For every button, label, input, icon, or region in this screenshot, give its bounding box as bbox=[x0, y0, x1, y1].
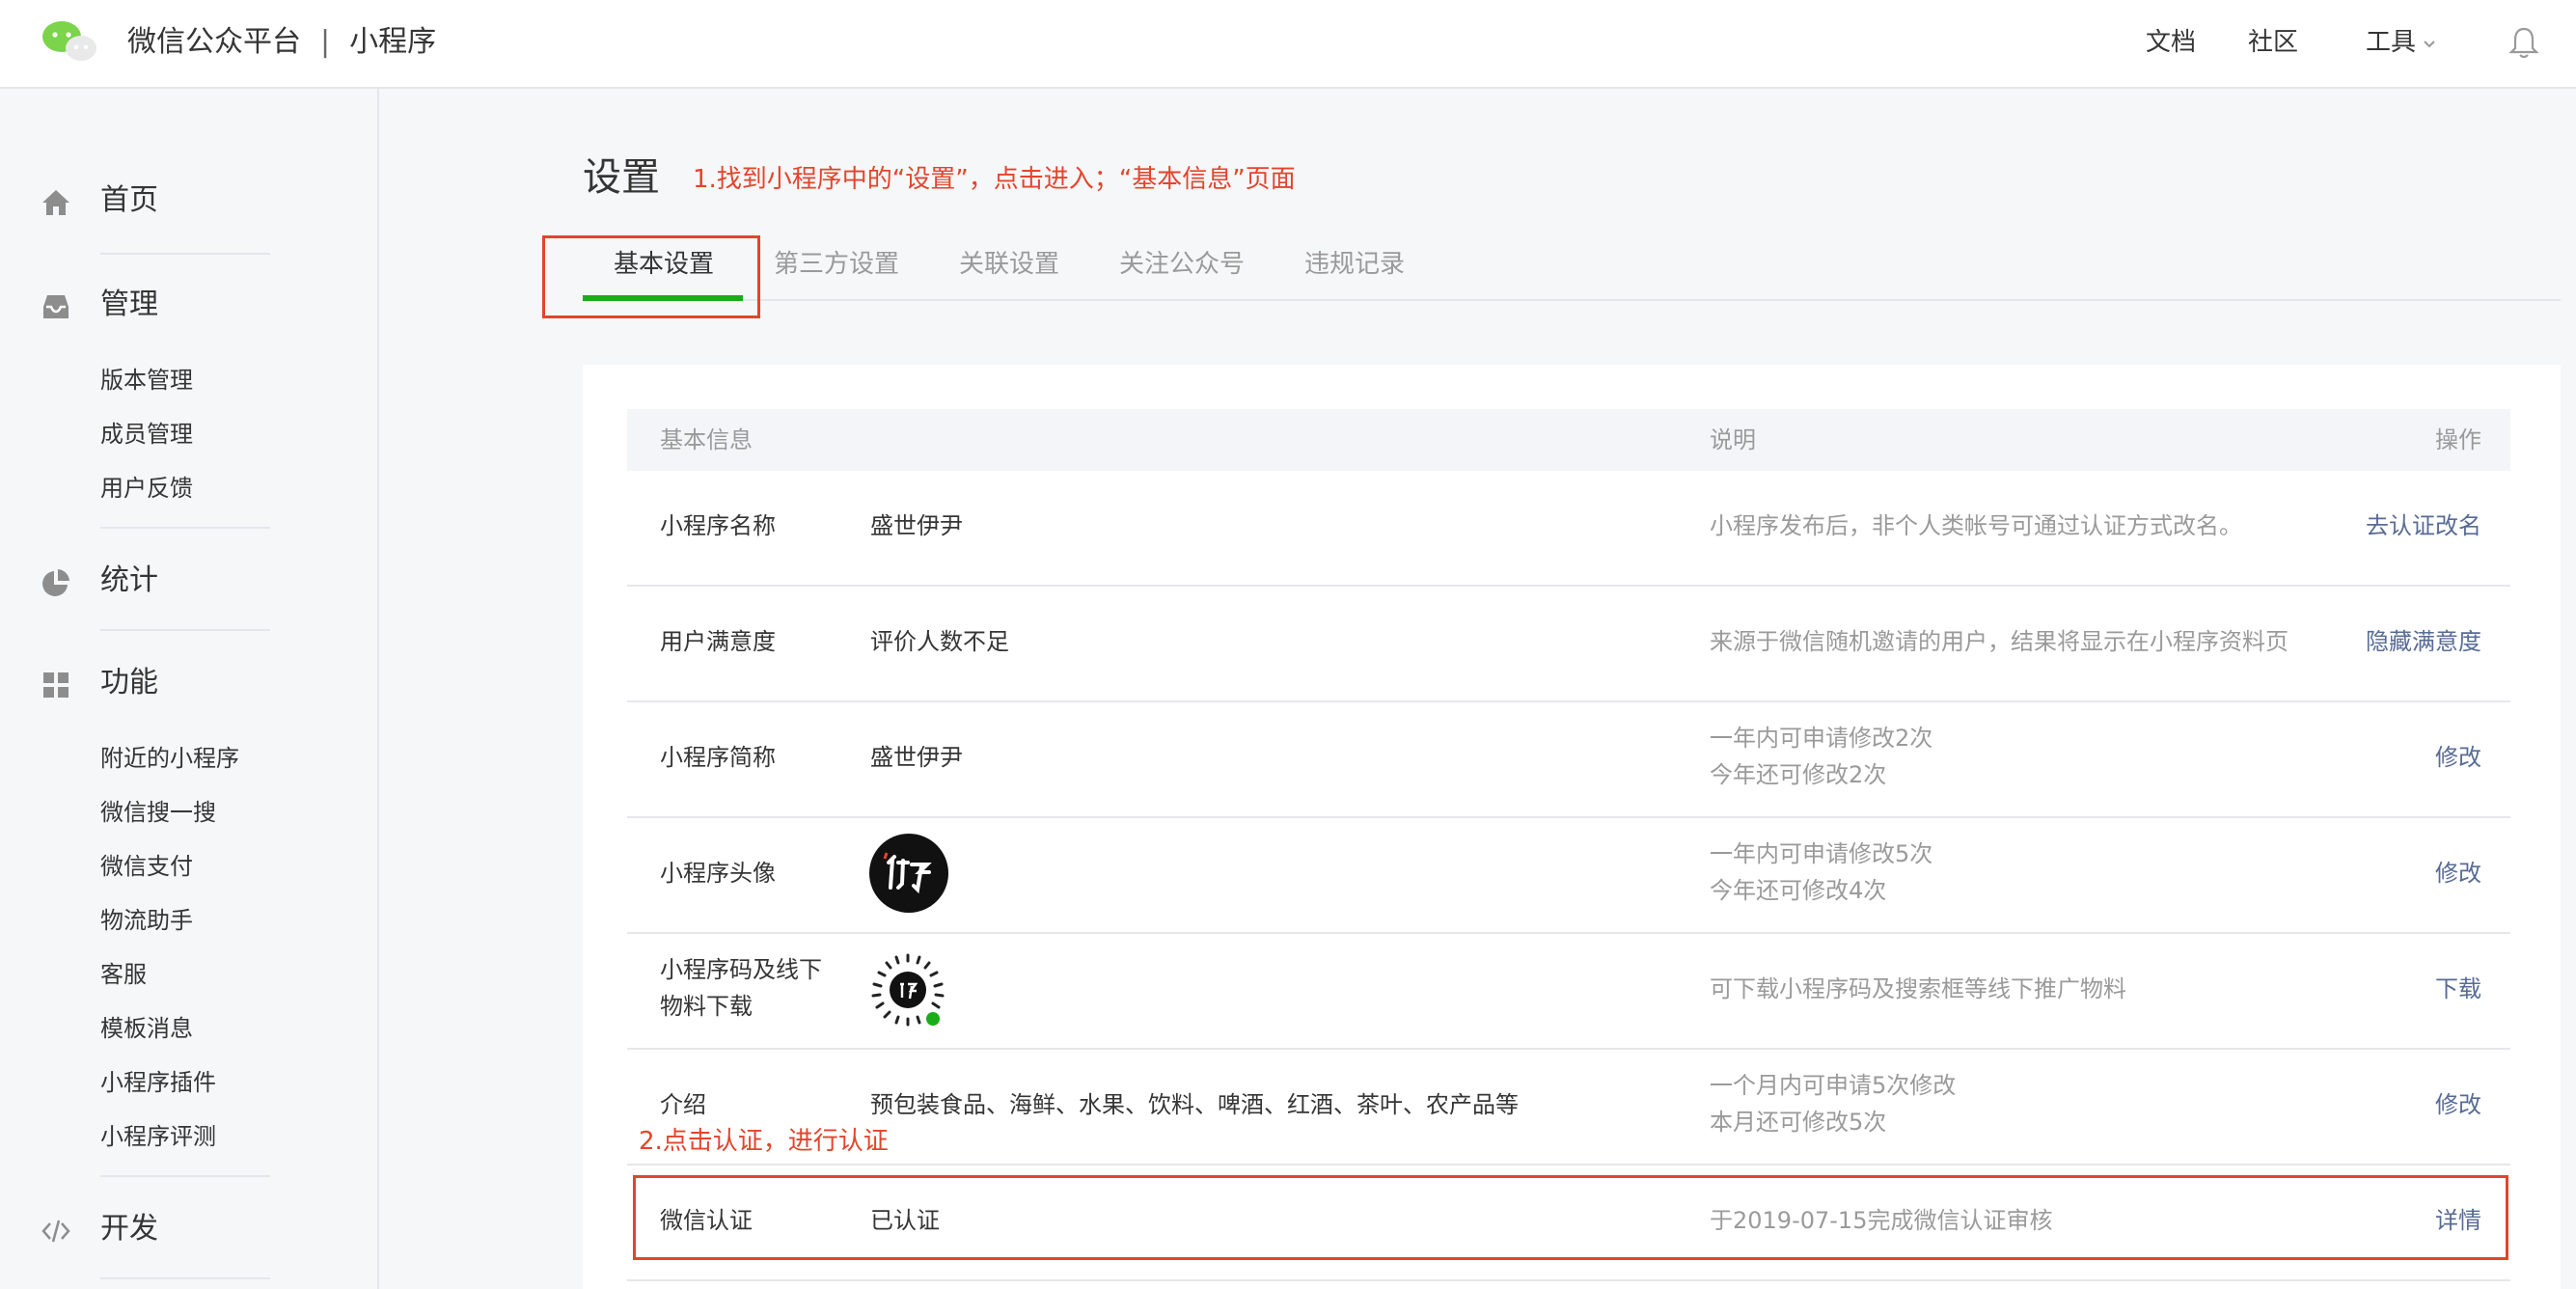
notification-bell-icon[interactable] bbox=[2508, 25, 2539, 60]
row-value-short-name: 盛世伊尹 bbox=[870, 744, 963, 771]
annotation-highlight-tab bbox=[542, 235, 760, 318]
sidebar-item-template-message[interactable]: 模板消息 bbox=[100, 1009, 193, 1048]
grid-icon bbox=[43, 672, 69, 698]
brand-name: 微信公众平台 bbox=[127, 25, 301, 59]
row-value-name: 盛世伊尹 bbox=[870, 512, 963, 539]
header-basic-info: 基本信息 bbox=[660, 426, 753, 453]
annotation-highlight-verification bbox=[633, 1175, 2508, 1260]
table-header bbox=[627, 409, 2510, 471]
row-divider bbox=[627, 1164, 2510, 1166]
product-name: 小程序 bbox=[349, 25, 437, 59]
home-icon bbox=[42, 190, 69, 215]
row-divider bbox=[627, 932, 2510, 934]
row-desc-satisfaction: 来源于微信随机邀请的用户，结果将显示在小程序资料页 bbox=[1710, 628, 2288, 655]
sidebar-item-wechat-search[interactable]: 微信搜一搜 bbox=[100, 793, 216, 832]
sidebar-item-member-management[interactable]: 成员管理 bbox=[100, 415, 193, 453]
tools-label: 工具 bbox=[2366, 28, 2417, 57]
code-icon bbox=[41, 1220, 70, 1243]
row-label-satisfaction: 用户满意度 bbox=[660, 628, 776, 655]
row-divider bbox=[627, 585, 2510, 587]
sidebar-label-features: 功能 bbox=[100, 666, 158, 699]
row-desc-intro-line2: 本月还可修改5次 bbox=[1710, 1109, 1887, 1136]
sidebar-label-manage: 管理 bbox=[100, 288, 158, 321]
row-label-qrcode-line1: 小程序码及线下 bbox=[660, 956, 822, 983]
row-label-name: 小程序名称 bbox=[660, 512, 776, 539]
row-label-avatar: 小程序头像 bbox=[660, 860, 776, 887]
hide-satisfaction-link[interactable]: 隐藏满意度 bbox=[2366, 623, 2481, 660]
annotation-step-1: 1.找到小程序中的“设置”，点击进入；“基本信息”页面 bbox=[693, 165, 1296, 194]
page-title: 设置 bbox=[583, 155, 660, 200]
row-label-short-name: 小程序简称 bbox=[660, 744, 776, 771]
tools-menu[interactable]: 工具 bbox=[2366, 21, 2439, 64]
row-desc-avatar-line1: 一年内可申请修改5次 bbox=[1710, 840, 1933, 867]
tab-violation-records[interactable]: 违规记录 bbox=[1304, 243, 1405, 286]
edit-short-name-link[interactable]: 修改 bbox=[2435, 739, 2481, 776]
edit-avatar-link[interactable]: 修改 bbox=[2435, 855, 2481, 891]
row-desc-qrcode: 可下载小程序码及搜索框等线下推广物料 bbox=[1710, 975, 2126, 1002]
pie-chart-icon bbox=[42, 569, 69, 596]
tab-follow-official-account[interactable]: 关注公众号 bbox=[1119, 243, 1245, 286]
sidebar-label-develop: 开发 bbox=[100, 1212, 158, 1246]
download-qrcode-link[interactable]: 下载 bbox=[2435, 971, 2481, 1007]
row-desc-name: 小程序发布后，非个人类帐号可通过认证方式改名。 bbox=[1710, 512, 2242, 539]
row-divider bbox=[627, 1048, 2510, 1050]
rename-via-verification-link[interactable]: 去认证改名 bbox=[2366, 507, 2481, 544]
sidebar-divider bbox=[100, 1277, 270, 1279]
sidebar-divider bbox=[100, 1175, 270, 1177]
brand-separator: | bbox=[320, 25, 331, 59]
header-action: 操作 bbox=[2435, 426, 2481, 453]
docs-link[interactable]: 文档 bbox=[2146, 21, 2196, 64]
brand-title[interactable]: 微信公众平台 | 小程序 bbox=[127, 21, 436, 64]
row-divider bbox=[627, 700, 2510, 702]
tabs-divider bbox=[583, 299, 2561, 301]
tab-third-party-settings[interactable]: 第三方设置 bbox=[774, 243, 899, 286]
sidebar-label-statistics: 统计 bbox=[100, 563, 158, 597]
miniprogram-avatar bbox=[869, 834, 948, 913]
row-divider bbox=[627, 1279, 2510, 1281]
edit-intro-link[interactable]: 修改 bbox=[2435, 1086, 2481, 1123]
sidebar-item-wechat-pay[interactable]: 微信支付 bbox=[100, 847, 193, 886]
row-value-satisfaction: 评价人数不足 bbox=[870, 628, 1009, 655]
wechat-logo-icon[interactable] bbox=[41, 17, 98, 66]
sidebar-divider bbox=[100, 253, 270, 255]
top-bar: 微信公众平台 | 小程序 文档 社区 工具 bbox=[0, 0, 2576, 89]
sidebar-item-evaluation[interactable]: 小程序评测 bbox=[100, 1117, 216, 1156]
sidebar-divider bbox=[100, 629, 270, 631]
row-desc-short-name-line1: 一年内可申请修改2次 bbox=[1710, 725, 1933, 752]
chevron-down-icon bbox=[2424, 40, 2435, 47]
row-desc-short-name-line2: 今年还可修改2次 bbox=[1710, 761, 1887, 788]
row-desc-avatar-line2: 今年还可修改4次 bbox=[1710, 877, 1887, 904]
annotation-step-2: 2.点击认证，进行认证 bbox=[639, 1127, 889, 1156]
row-label-intro: 介绍 bbox=[660, 1091, 706, 1118]
sidebar-item-plugins[interactable]: 小程序插件 bbox=[100, 1063, 216, 1102]
sidebar-item-user-feedback[interactable]: 用户反馈 bbox=[100, 469, 193, 507]
sidebar-label-home: 首页 bbox=[100, 183, 158, 217]
sidebar-item-logistics[interactable]: 物流助手 bbox=[100, 901, 193, 940]
row-label-qrcode-line2: 物料下载 bbox=[660, 993, 753, 1020]
sidebar-item-nearby-miniprogram[interactable]: 附近的小程序 bbox=[100, 739, 239, 778]
row-divider bbox=[627, 816, 2510, 818]
avatar-calligraphy-mark bbox=[883, 852, 932, 894]
sidebar-divider bbox=[100, 527, 270, 529]
header-description: 说明 bbox=[1710, 426, 1756, 453]
row-desc-intro-line1: 一个月内可申请5次修改 bbox=[1710, 1072, 1957, 1099]
inbox-icon bbox=[43, 295, 69, 318]
row-value-intro: 预包装食品、海鲜、水果、饮料、啤酒、红酒、茶叶、农产品等 bbox=[870, 1091, 1519, 1118]
community-link[interactable]: 社区 bbox=[2248, 21, 2298, 64]
tab-association-settings[interactable]: 关联设置 bbox=[959, 243, 1059, 286]
sidebar-item-customer-service[interactable]: 客服 bbox=[100, 955, 147, 994]
sidebar-item-version-management[interactable]: 版本管理 bbox=[100, 361, 193, 399]
miniprogram-code-icon bbox=[871, 953, 945, 1027]
